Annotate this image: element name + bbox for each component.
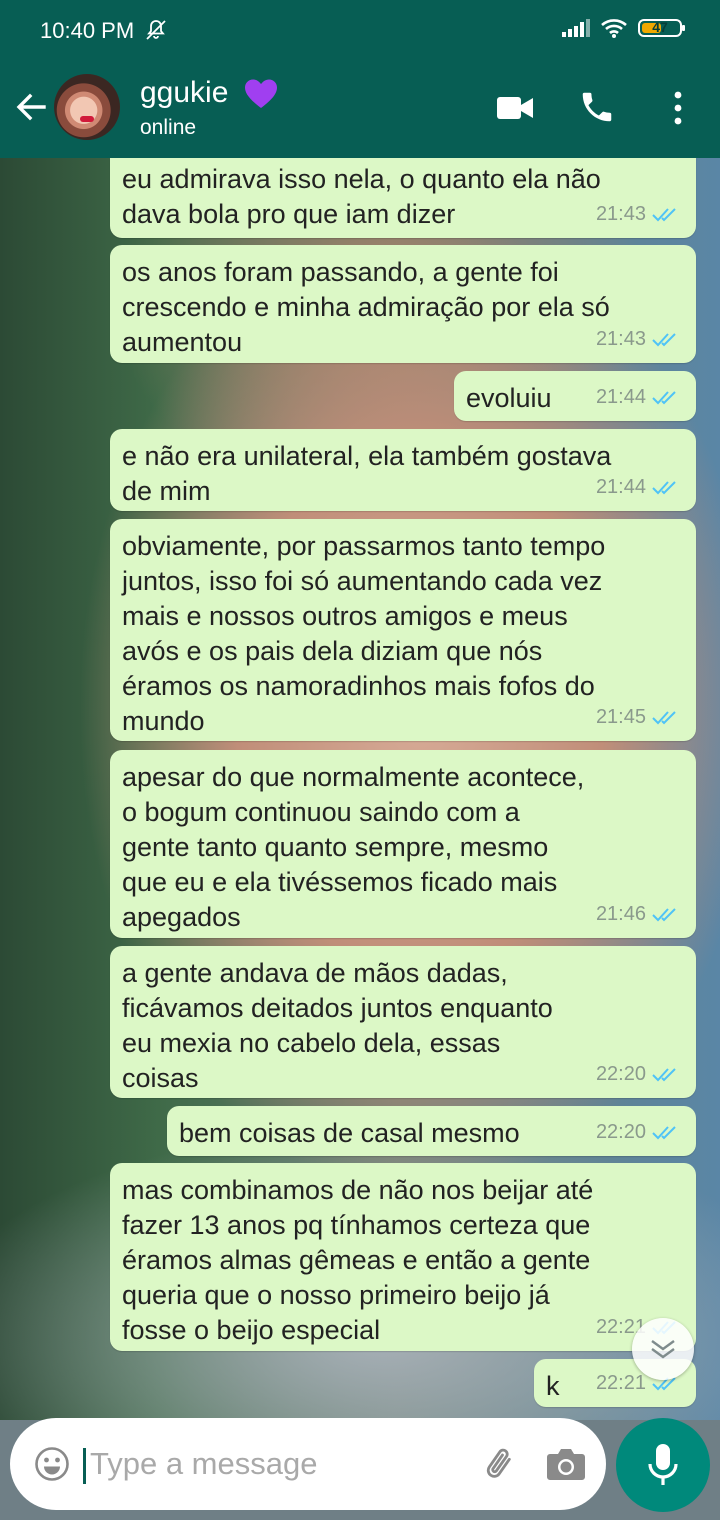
message-bubble[interactable]: a gente andava de mãos dadas, ficávamos … — [110, 946, 696, 1098]
attach-icon[interactable] — [480, 1444, 520, 1484]
message-time: 21:44 — [595, 476, 646, 498]
message-time: 21:43 — [595, 328, 646, 350]
message-time: 22:20 — [595, 1121, 646, 1143]
message-time: 22:20 — [595, 1063, 646, 1085]
battery-indicator: 47 — [638, 19, 685, 37]
contact-status: online — [140, 116, 197, 139]
video-call-icon[interactable] — [497, 96, 533, 120]
notifications-off-icon — [146, 20, 166, 40]
signal-icon — [562, 19, 590, 37]
battery-level: 47 — [652, 19, 668, 35]
camera-icon[interactable] — [546, 1446, 586, 1482]
message-time: 21:43 — [595, 203, 646, 225]
message-bubble[interactable]: mas combinamos de não nos beijar até faz… — [110, 1163, 696, 1351]
message-meta: 21:44 — [596, 380, 682, 415]
avatar[interactable] — [54, 74, 120, 140]
message-meta: 21:44 — [596, 470, 682, 505]
status-time: 10:40 PM — [40, 18, 135, 43]
double-check-icon — [652, 1125, 676, 1139]
scroll-down-button[interactable] — [632, 1318, 694, 1380]
wifi-icon — [601, 19, 627, 38]
chat-area[interactable]: eu admirava isso nela, o quanto ela não … — [0, 158, 720, 1420]
double-check-icon — [652, 390, 676, 404]
message-time: 21:46 — [595, 903, 646, 925]
message-time: 21:45 — [595, 706, 646, 728]
message-composer — [10, 1418, 606, 1510]
more-vert-icon[interactable] — [670, 90, 686, 126]
message-bubble[interactable]: evoluiu 21:44 — [454, 371, 696, 421]
mic-icon — [648, 1444, 678, 1485]
status-icons: 47 — [562, 18, 685, 38]
double-check-icon — [652, 480, 676, 494]
message-meta: 21:46 — [596, 897, 682, 932]
phone-icon[interactable] — [578, 88, 616, 126]
status-bar: 10:40 PM 47 — [0, 0, 720, 56]
emoji-icon[interactable] — [34, 1446, 70, 1482]
back-arrow-icon[interactable] — [14, 90, 48, 124]
message-meta: 21:43 — [596, 197, 682, 232]
chat-header: ggukie online — [0, 56, 720, 158]
message-bubble[interactable]: eu admirava isso nela, o quanto ela não … — [110, 158, 696, 238]
message-meta: 22:20 — [596, 1057, 682, 1092]
message-bubble[interactable]: os anos foram passando, a gente foi cres… — [110, 245, 696, 363]
scroll-down-icon — [651, 1340, 675, 1359]
message-meta: 21:43 — [596, 322, 682, 357]
purple-heart-icon — [245, 79, 277, 108]
message-time: 21:44 — [595, 386, 646, 408]
contact-name[interactable]: ggukie — [140, 76, 228, 110]
message-bubble[interactable]: bem coisas de casal mesmo 22:20 — [167, 1106, 696, 1156]
text-caret — [83, 1448, 86, 1484]
message-bubble[interactable]: e não era unilateral, ela também gostava… — [110, 429, 696, 511]
message-meta: 22:20 — [596, 1115, 682, 1150]
double-check-icon — [652, 332, 676, 346]
message-meta: 21:45 — [596, 700, 682, 735]
double-check-icon — [652, 907, 676, 921]
message-bubble[interactable]: apesar do que normalmente acontece, o bo… — [110, 750, 696, 938]
message-time: 22:21 — [595, 1372, 646, 1394]
double-check-icon — [652, 1067, 676, 1081]
double-check-icon — [652, 207, 676, 221]
mic-button[interactable] — [616, 1418, 710, 1512]
message-bubble[interactable]: obviamente, por passarmos tanto tempo ju… — [110, 519, 696, 741]
message-input[interactable] — [88, 1440, 472, 1488]
double-check-icon — [652, 710, 676, 724]
